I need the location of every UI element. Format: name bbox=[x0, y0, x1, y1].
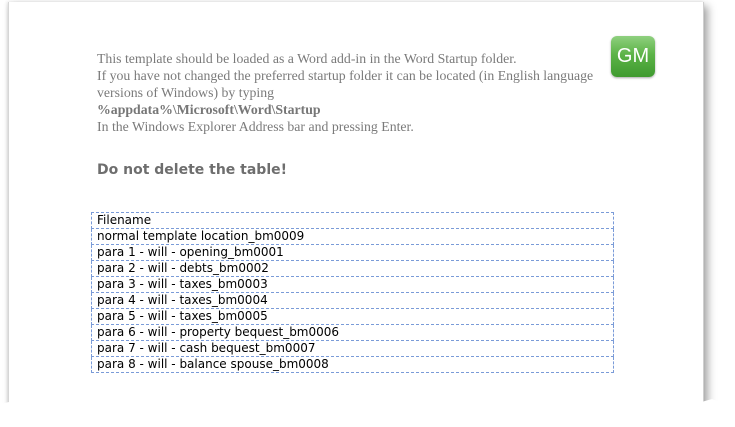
gm-logo: GM bbox=[611, 36, 655, 77]
table-cell[interactable]: para 6 - will - property bequest_bm0006 bbox=[91, 324, 614, 341]
table-row[interactable]: para 4 - will - taxes_bm0004 bbox=[91, 292, 614, 309]
filename-table[interactable]: Filename normal template location_bm0009… bbox=[91, 212, 614, 373]
table-cell[interactable]: para 3 - will - taxes_bm0003 bbox=[91, 276, 614, 293]
table-cell[interactable]: para 8 - will - balance spouse_bm0008 bbox=[91, 356, 614, 373]
table-row[interactable]: para 1 - will - opening_bm0001 bbox=[91, 244, 614, 261]
torn-edge-decoration bbox=[0, 397, 735, 427]
table-cell[interactable]: normal template location_bm0009 bbox=[91, 228, 614, 245]
table-row[interactable]: para 7 - will - cash bequest_bm0007 bbox=[91, 340, 614, 357]
table-header-row[interactable]: Filename bbox=[91, 212, 614, 229]
table-row[interactable]: para 6 - will - property bequest_bm0006 bbox=[91, 324, 614, 341]
table-cell[interactable]: para 1 - will - opening_bm0001 bbox=[91, 244, 614, 261]
intro-line-2: If you have not changed the preferred st… bbox=[97, 68, 594, 100]
table-row[interactable]: para 2 - will - debts_bm0002 bbox=[91, 260, 614, 277]
table-header-cell[interactable]: Filename bbox=[91, 212, 614, 229]
table-cell[interactable]: para 4 - will - taxes_bm0004 bbox=[91, 292, 614, 309]
intro-line-4: In the Windows Explorer Address bar and … bbox=[97, 119, 414, 134]
table-cell[interactable]: para 7 - will - cash bequest_bm0007 bbox=[91, 340, 614, 357]
table-row[interactable]: para 3 - will - taxes_bm0003 bbox=[91, 276, 614, 293]
intro-line-1: This template should be loaded as a Word… bbox=[97, 51, 517, 66]
intro-text: This template should be loaded as a Word… bbox=[97, 50, 617, 135]
startup-path: %appdata%\Microsoft\Word\Startup bbox=[97, 102, 321, 117]
warning-heading: Do not delete the table! bbox=[97, 162, 288, 178]
table-cell[interactable]: para 2 - will - debts_bm0002 bbox=[91, 260, 614, 277]
table-row[interactable]: para 5 - will - taxes_bm0005 bbox=[91, 308, 614, 325]
table-cell[interactable]: para 5 - will - taxes_bm0005 bbox=[91, 308, 614, 325]
table-row[interactable]: normal template location_bm0009 bbox=[91, 228, 614, 245]
table-row[interactable]: para 8 - will - balance spouse_bm0008 bbox=[91, 356, 614, 373]
